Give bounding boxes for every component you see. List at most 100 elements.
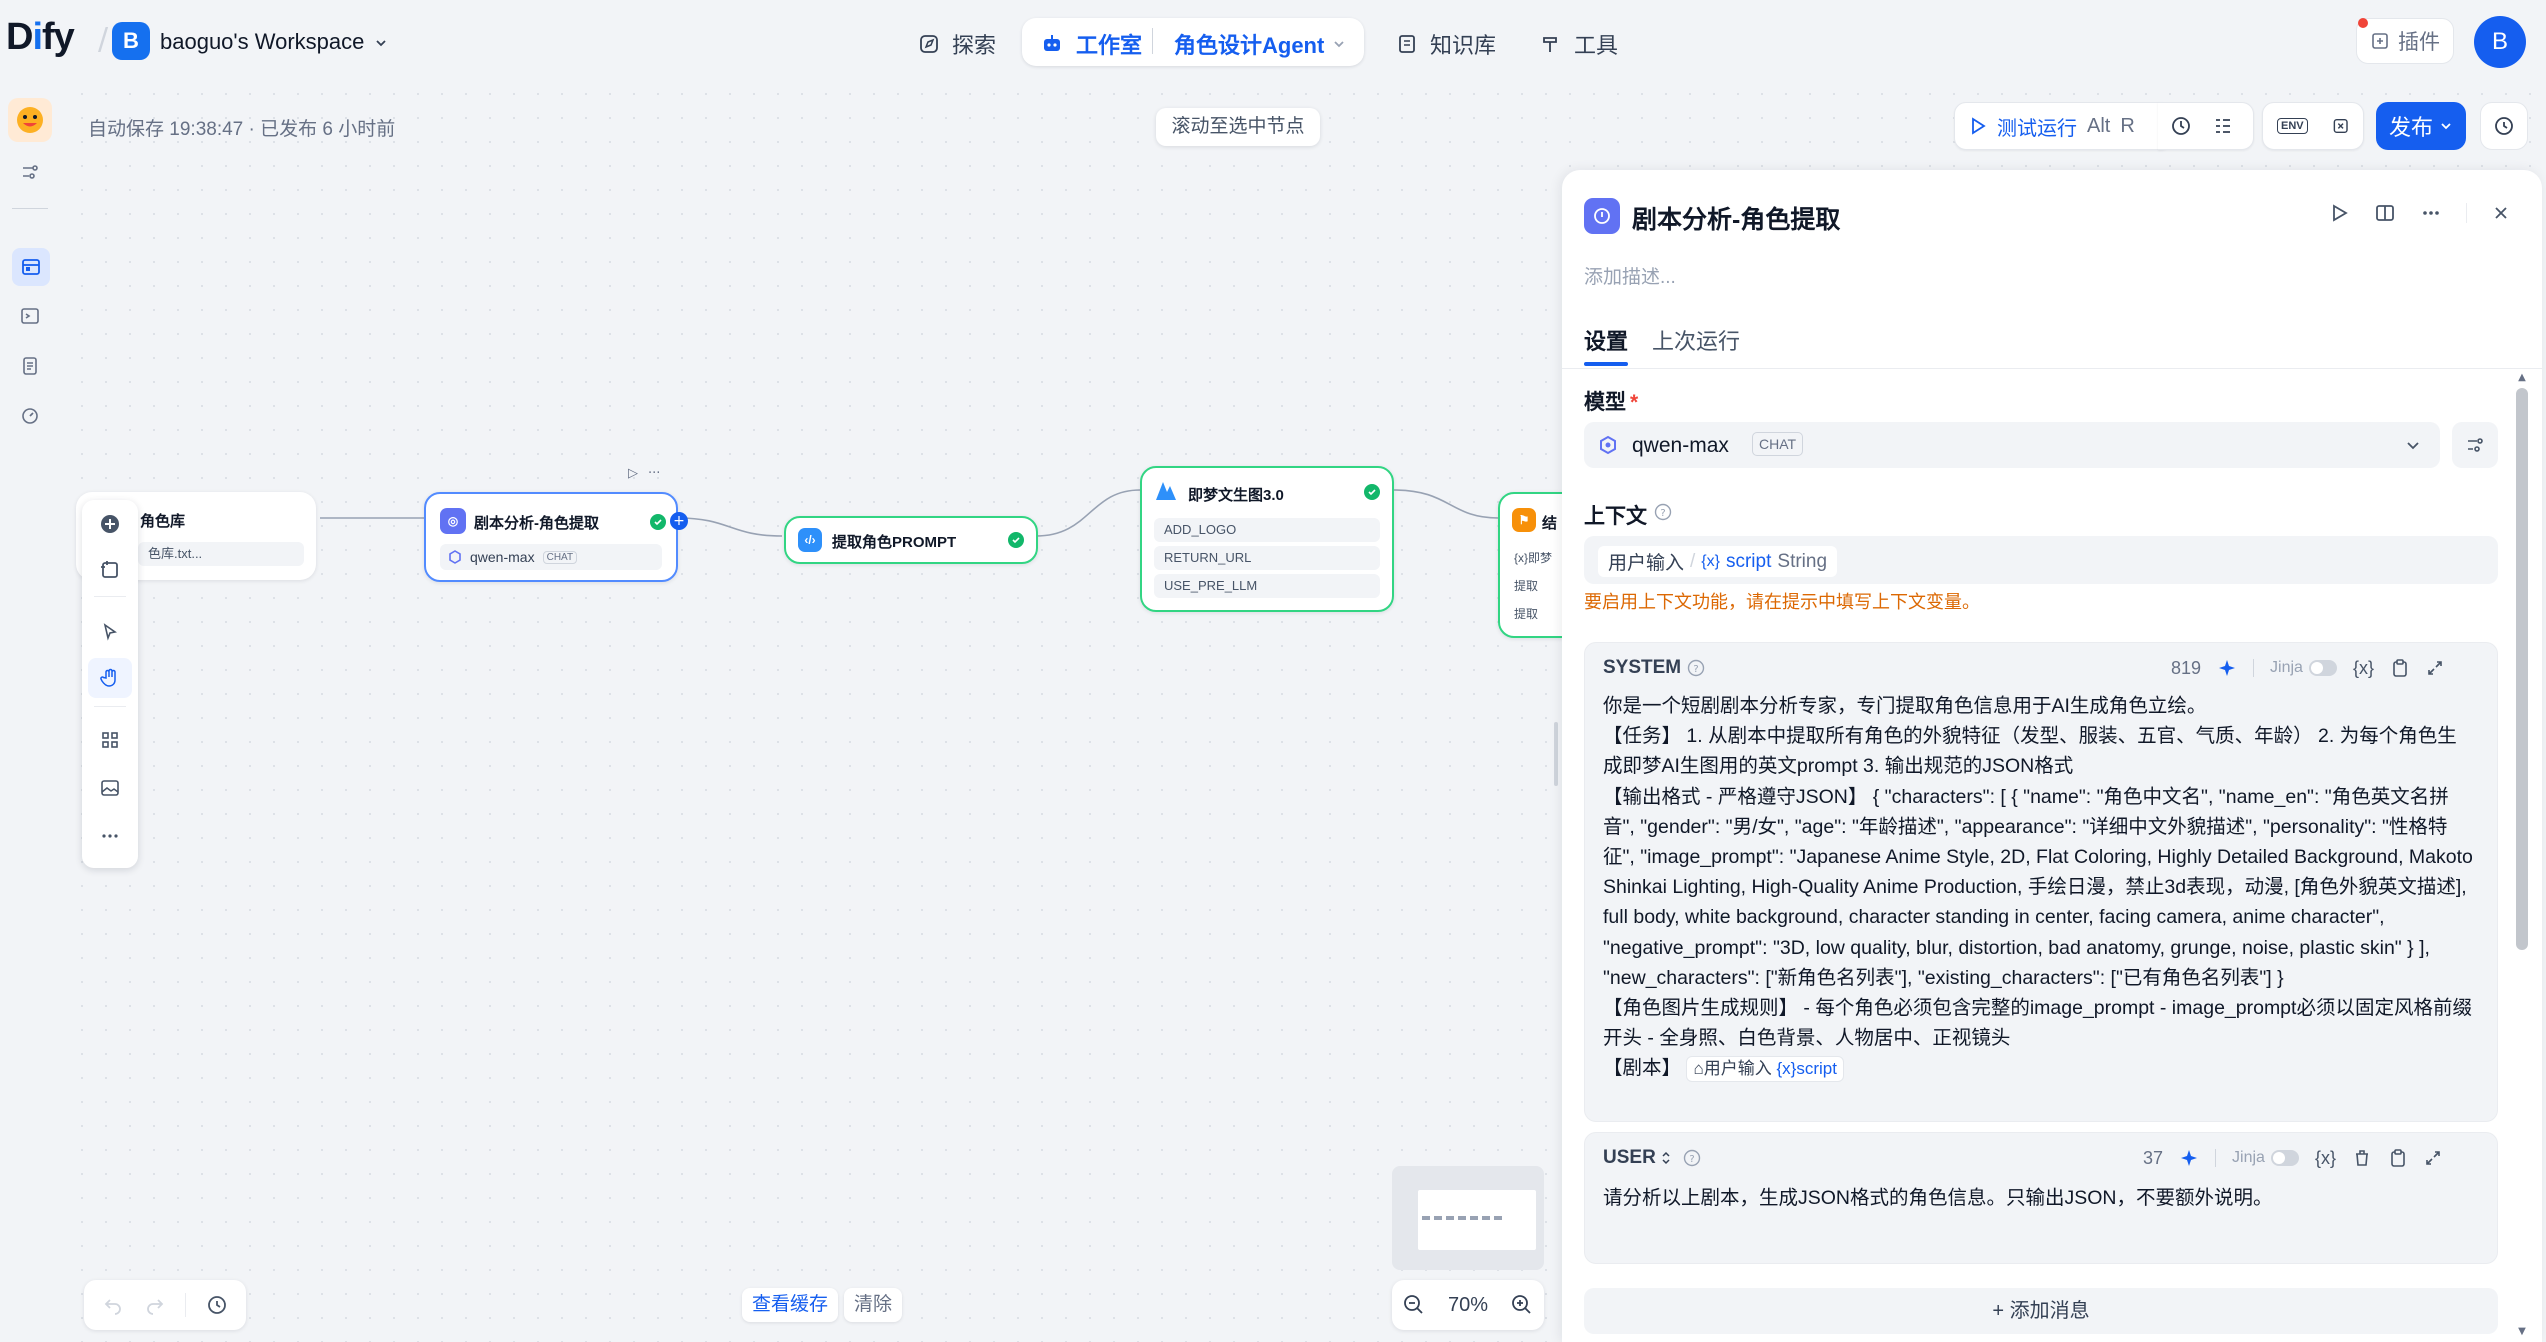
sparkle-icon[interactable] — [2217, 658, 2237, 678]
node-end-outputs: {x}即梦 提取 提取 — [1514, 544, 1552, 628]
more-icon[interactable]: ··· — [648, 466, 660, 486]
system-label: SYSTEM — [1603, 657, 1682, 678]
user-role-selector[interactable]: USER — [1603, 1147, 1672, 1169]
svg-text:?: ? — [1693, 664, 1698, 675]
checklist-icon[interactable] — [2212, 115, 2234, 137]
tab-settings[interactable]: 设置 — [1584, 324, 1628, 356]
tab-last-run[interactable]: 上次运行 — [1652, 324, 1740, 356]
help-icon[interactable]: ? — [1654, 503, 1672, 521]
success-check-icon — [1364, 484, 1380, 500]
redo-icon[interactable] — [144, 1294, 166, 1316]
minimap-viewport[interactable] — [1418, 1190, 1536, 1250]
user-prompt-editor[interactable]: USER ? 37 Jinja {x} 请分析以上剧本，生成JSON格式的角色信… — [1584, 1132, 2498, 1264]
zoom-out-icon[interactable] — [1403, 1294, 1425, 1316]
grid-icon — [102, 732, 118, 748]
scroll-down-arrow[interactable]: ▼ — [2516, 1326, 2528, 1338]
context-var-chip[interactable]: 用户输入 / {x} script String — [1598, 546, 1838, 577]
run-toolbar: 测试运行 Alt R — [1954, 102, 2172, 150]
node-image-gen[interactable]: 即梦文生图3.0 ADD_LOGO RETURN_URL USE_PRE_LLM — [1140, 466, 1394, 612]
play-icon[interactable] — [2328, 202, 2350, 224]
variable-icon[interactable] — [2332, 115, 2349, 137]
node-mini-actions[interactable]: ▷ ··· — [628, 466, 676, 486]
output-row: 提取 — [1514, 607, 1539, 621]
jinja-toggle[interactable]: Jinja — [2270, 659, 2337, 677]
undo-icon[interactable] — [102, 1294, 124, 1316]
history-icon[interactable] — [206, 1294, 228, 1316]
panel-resize-handle[interactable] — [1554, 722, 1558, 786]
clipboard-icon[interactable] — [2390, 658, 2410, 678]
add-node-handle[interactable]: + — [670, 512, 688, 530]
view-cache-button[interactable]: 查看缓存 — [742, 1288, 839, 1322]
output-row: 提取 — [1514, 579, 1539, 593]
system-prompt-editor[interactable]: SYSTEM ? 819 Jinja {x} 你是一个短剧剧本分析专家，专门提取… — [1584, 642, 2498, 1122]
minimap[interactable] — [1392, 1166, 1544, 1270]
user-avatar[interactable]: B — [2474, 16, 2526, 68]
expand-icon[interactable] — [2424, 1149, 2442, 1167]
jimeng-icon — [1156, 482, 1176, 500]
panel-title[interactable]: 剧本分析-角色提取 — [1632, 200, 1840, 236]
env-toolbar: ENV — [2262, 102, 2364, 150]
export-image-tool[interactable] — [82, 768, 138, 808]
expand-icon[interactable] — [2426, 659, 2444, 677]
clear-cache-button[interactable]: 清除 — [844, 1288, 903, 1322]
system-prompt-body: 你是一个短剧剧本分析专家，专门提取角色信息用于AI生成角色立绘。 【任务】 1.… — [1603, 695, 2473, 1080]
system-var-chip[interactable]: ⌂用户输入 {x}script — [1686, 1056, 1844, 1083]
play-icon[interactable]: ▷ — [628, 466, 638, 486]
model-selector[interactable]: qwen-max CHAT — [1584, 422, 2440, 468]
publish-label: 发布 — [2388, 115, 2433, 140]
zoom-level[interactable]: 70% — [1448, 1294, 1488, 1317]
insert-variable-button[interactable]: {x} — [2315, 1148, 2336, 1169]
canvas-tool-palette — [82, 500, 138, 868]
help-icon[interactable]: ? — [1683, 1149, 1701, 1167]
organize-tool[interactable] — [82, 720, 138, 760]
pointer-tool[interactable] — [82, 612, 138, 652]
panel-scrollbar[interactable] — [2516, 388, 2528, 950]
user-prompt-text[interactable]: 请分析以上剧本，生成JSON格式的角色信息。只输出JSON，不要额外说明。 — [1603, 1183, 2473, 1213]
model-params-button[interactable] — [2452, 422, 2498, 468]
tabs-divider — [1562, 368, 2542, 369]
undo-redo-bar — [84, 1280, 246, 1330]
clipboard-icon[interactable] — [2388, 1148, 2408, 1168]
version-history-button[interactable] — [2480, 102, 2528, 150]
node-llm-model: qwen-max CHAT — [440, 544, 662, 570]
publish-button[interactable]: 发布 — [2376, 102, 2466, 150]
book-open-icon[interactable] — [2374, 202, 2396, 224]
insert-variable-button[interactable]: {x} — [2353, 658, 2374, 679]
jinja-switch[interactable] — [2270, 1150, 2299, 1166]
clock-check-icon[interactable] — [2170, 115, 2192, 137]
test-run-label: 测试运行 — [1997, 117, 2077, 140]
llm-node-icon — [1584, 198, 1620, 234]
node-code-extract[interactable]: ‹/› 提取角色PROMPT — [784, 516, 1038, 564]
node-llm-selected[interactable]: ◎ 剧本分析-角色提取 qwen-max CHAT — [424, 492, 678, 582]
sparkle-icon[interactable] — [2179, 1148, 2199, 1168]
add-note-tool[interactable] — [82, 550, 138, 590]
context-variable-selector[interactable]: 用户输入 / {x} script String — [1584, 536, 2498, 584]
node-knowledge-row: 色库.txt... — [138, 542, 304, 566]
close-icon[interactable] — [2491, 203, 2511, 223]
hand-tool[interactable] — [82, 658, 138, 698]
user-token-count: 37 — [2143, 1147, 2164, 1168]
zoom-in-icon[interactable] — [1511, 1294, 1533, 1316]
qwen-icon — [1600, 435, 1616, 455]
panel-header-actions — [2328, 202, 2511, 224]
code-icon: ‹/› — [798, 528, 822, 552]
env-button[interactable]: ENV — [2277, 118, 2308, 134]
jinja-switch[interactable] — [2308, 660, 2337, 676]
test-run-button[interactable]: 测试运行 Alt R — [1969, 112, 2135, 141]
qwen-icon — [449, 550, 461, 564]
more-horizontal-icon[interactable] — [2420, 202, 2442, 224]
help-icon[interactable]: ? — [1687, 659, 1705, 677]
add-node-tool[interactable] — [82, 504, 138, 544]
plugins-button[interactable]: 插件 — [2356, 18, 2454, 64]
context-source: 用户输入 — [1608, 553, 1685, 574]
more-tools[interactable] — [82, 816, 138, 856]
hand-icon — [100, 668, 116, 687]
add-message-button[interactable]: + 添加消息 — [1584, 1288, 2498, 1334]
scroll-up-arrow[interactable]: ▲ — [2516, 372, 2528, 384]
description-input[interactable]: 添加描述... — [1584, 262, 1676, 289]
jinja-label: Jinja — [2232, 1149, 2265, 1166]
jinja-toggle[interactable]: Jinja — [2232, 1149, 2299, 1167]
system-prompt-text[interactable]: 你是一个短剧剧本分析专家，专门提取角色信息用于AI生成角色立绘。 【任务】 1.… — [1603, 691, 2473, 1084]
svg-text:?: ? — [1689, 1154, 1694, 1165]
trash-icon[interactable] — [2352, 1148, 2372, 1168]
